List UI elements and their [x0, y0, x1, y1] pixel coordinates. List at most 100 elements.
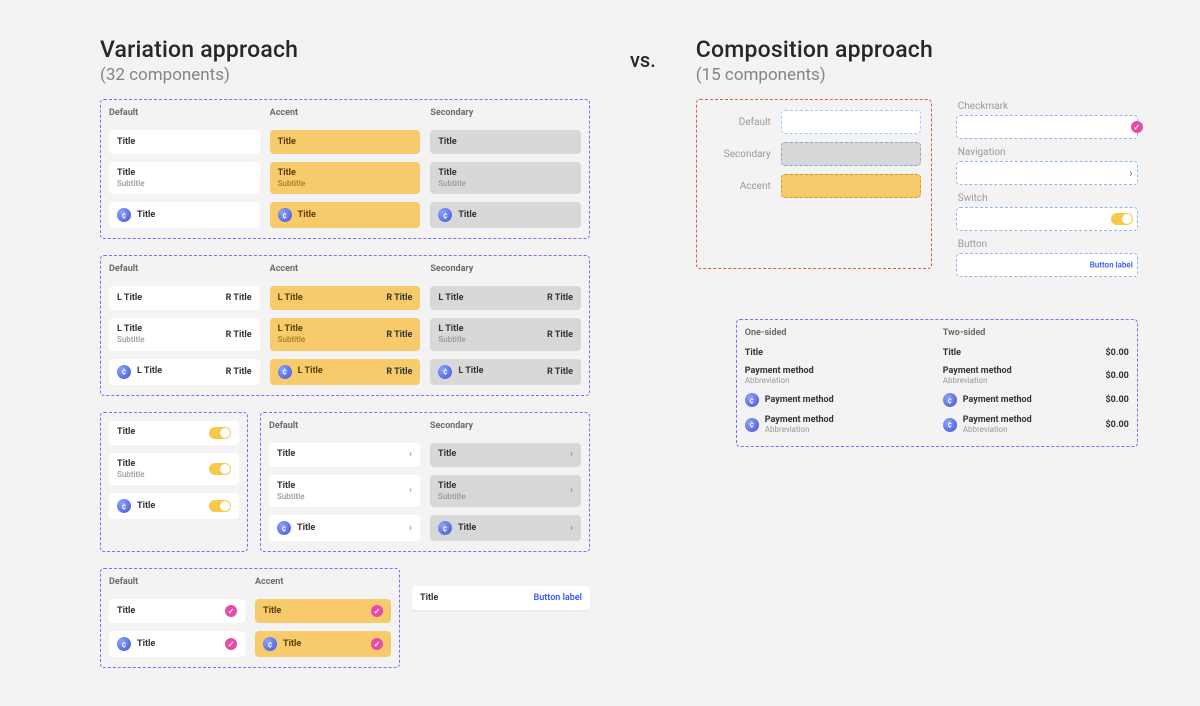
avatar-icon: ¢ [943, 418, 957, 432]
list-row: Payment methodAbbreviation [745, 362, 931, 389]
chevron-right-icon [409, 485, 412, 496]
label-button: Button [958, 239, 1138, 250]
checkmark-icon [1131, 121, 1143, 133]
list-row: Title [745, 344, 931, 362]
list-row: Title$0.00 [943, 344, 1129, 362]
row-label-default: Default [707, 117, 771, 128]
cell-avatar-lr: ¢L TitleR Title [430, 359, 581, 385]
block-variants-single: Default Title TitleSubtitle ¢Title Accen… [100, 99, 590, 239]
left-count: (32 components) [100, 65, 590, 85]
cell-avatar-title: ¢Title [109, 202, 260, 228]
cell-switch-sub: TitleSubtitle [109, 453, 239, 485]
chevron-right-icon: › [1129, 166, 1133, 180]
avatar-icon: ¢ [943, 393, 957, 407]
cell-avatar-check: ¢Title [109, 631, 245, 657]
cell-avatar-lr: ¢L TitleR Title [270, 359, 421, 385]
cell-avatar-switch: ¢Title [109, 493, 239, 519]
avatar-icon: ¢ [438, 365, 452, 379]
avatar-icon: ¢ [277, 521, 291, 535]
cell-lr-sub: L TitleSubtitleR Title [109, 318, 260, 350]
cell-lr-sub: L TitleSubtitleR Title [270, 318, 421, 350]
list-head-one: One-sided [745, 328, 931, 338]
chevron-right-icon [570, 485, 573, 496]
label-checkmark: Checkmark [958, 101, 1138, 112]
right-count: (15 components) [696, 65, 1138, 85]
label-navigation: Navigation [958, 147, 1138, 158]
switch-icon[interactable] [209, 463, 231, 475]
cell-switch: Title [109, 421, 239, 445]
block-variants-check: Default Title ¢Title Accent Title ¢Title [100, 568, 400, 668]
row-label-accent: Accent [707, 181, 771, 192]
cell-avatar-nav[interactable]: ¢Title [430, 515, 581, 541]
list-row: ¢Payment method [745, 389, 931, 411]
cell-title-sub: TitleSubtitle [109, 162, 260, 194]
list-row: ¢Payment methodAbbreviation$0.00 [943, 411, 1129, 438]
button-label-link[interactable]: Button label [534, 593, 582, 603]
switch-icon[interactable] [1111, 213, 1133, 225]
cell-avatar-nav[interactable]: ¢Title [269, 515, 420, 541]
checkmark-icon [225, 605, 237, 617]
switch-icon[interactable] [209, 500, 231, 512]
block-list-compositions: One-sided Title Payment methodAbbreviati… [736, 319, 1138, 447]
list-row: ¢Payment methodAbbreviation [745, 411, 931, 438]
col-label-secondary: Secondary [430, 108, 581, 118]
avatar-icon: ¢ [278, 365, 292, 379]
block-composition-accessories: Checkmark Navigation › Switch Button But… [956, 99, 1138, 285]
switch-icon[interactable] [209, 427, 231, 439]
block-variants-double: Default L TitleR Title L TitleSubtitleR … [100, 255, 590, 395]
avatar-icon: ¢ [117, 365, 131, 379]
cell-button-label: Title Button label [412, 586, 590, 610]
row-label-secondary: Secondary [707, 149, 771, 160]
cell-nav-sub[interactable]: TitleSubtitle [430, 475, 581, 507]
label-switch: Switch [958, 193, 1138, 204]
cell-check: Title [255, 599, 391, 623]
block-variants-nav: Default Title TitleSubtitle ¢Title Secon… [260, 412, 590, 552]
cell-lr: L TitleR Title [109, 286, 260, 310]
avatar-icon: ¢ [263, 637, 277, 651]
cell-title-sub: TitleSubtitle [430, 162, 581, 194]
cell-title: Title [109, 130, 260, 154]
cell-lr-sub: L TitleSubtitleR Title [430, 318, 581, 350]
col-label-accent: Accent [270, 108, 421, 118]
cell-avatar-title: ¢Title [270, 202, 421, 228]
chevron-right-icon [409, 449, 412, 460]
left-title: Variation approach [100, 36, 590, 63]
slot-secondary [781, 142, 921, 166]
block-base-variants: Default Secondary Accent [696, 99, 932, 269]
cell-lr: L TitleR Title [270, 286, 421, 310]
avatar-icon: ¢ [745, 418, 759, 432]
chevron-right-icon [409, 523, 412, 534]
chevron-right-icon [570, 449, 573, 460]
slot-button: Button label [956, 253, 1138, 277]
cell-lr: L TitleR Title [430, 286, 581, 310]
list-row: Payment methodAbbreviation$0.00 [943, 362, 1129, 389]
right-title: Composition approach [696, 36, 1138, 63]
cell-nav-sub[interactable]: TitleSubtitle [269, 475, 420, 507]
cell-nav[interactable]: Title [430, 443, 581, 467]
cell-check: Title [109, 599, 245, 623]
cell-title: Title [270, 130, 421, 154]
slot-accent [781, 174, 921, 198]
avatar-icon: ¢ [117, 637, 131, 651]
avatar-icon: ¢ [438, 208, 452, 222]
checkmark-icon [371, 605, 383, 617]
cell-nav[interactable]: Title [269, 443, 420, 467]
avatar-icon: ¢ [278, 208, 292, 222]
cell-avatar-lr: ¢L TitleR Title [109, 359, 260, 385]
cell-avatar-title: ¢Title [430, 202, 581, 228]
vs-label: vs. [630, 36, 656, 684]
col-label-default: Default [109, 108, 260, 118]
avatar-icon: ¢ [117, 208, 131, 222]
checkmark-icon [371, 638, 383, 650]
button-label-link[interactable]: Button label [1090, 261, 1133, 270]
list-head-two: Two-sided [943, 328, 1129, 338]
checkmark-icon [225, 638, 237, 650]
cell-title: Title [430, 130, 581, 154]
list-row: ¢Payment method$0.00 [943, 389, 1129, 411]
slot-checkmark [956, 115, 1138, 139]
slot-navigation[interactable]: › [956, 161, 1138, 185]
avatar-icon: ¢ [438, 521, 452, 535]
block-variants-switch: Title TitleSubtitle ¢Title [100, 412, 248, 552]
cell-title-sub: TitleSubtitle [270, 162, 421, 194]
chevron-right-icon [570, 523, 573, 534]
